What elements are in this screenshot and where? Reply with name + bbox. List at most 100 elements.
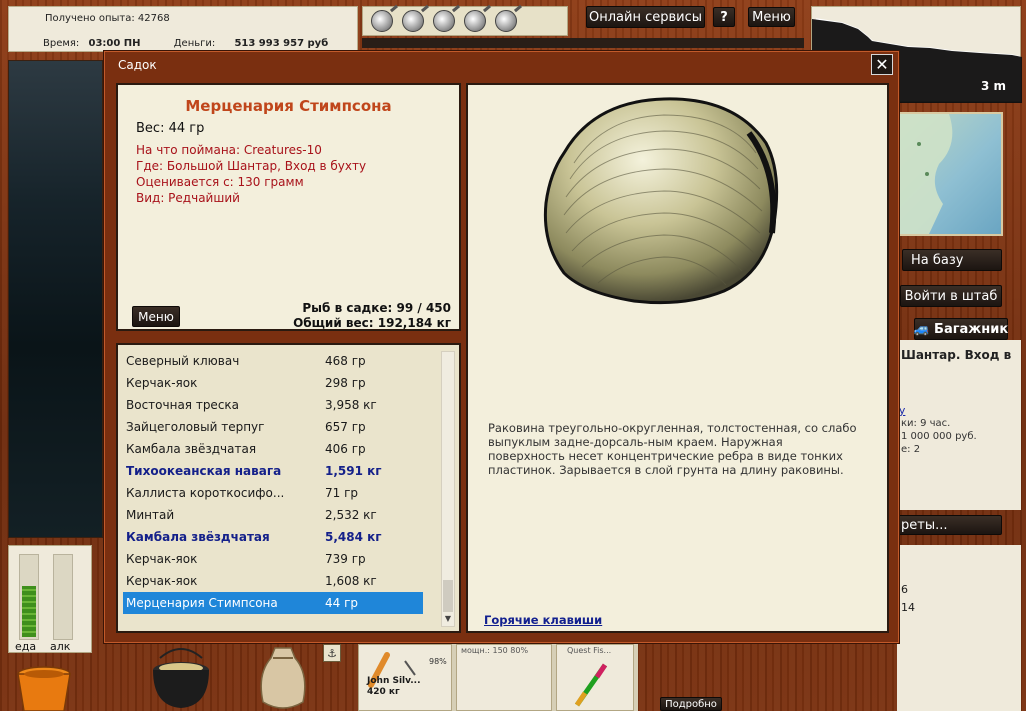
fish-location: Где: Большой Шантар, Вход в бухту (136, 159, 367, 173)
time-money-line: Время: 03:00 ПН Деньги: 513 993 957 руб (43, 38, 363, 49)
fish-row-name: Минтай (126, 508, 175, 522)
water-view (8, 60, 103, 538)
fish-name: Мерценария Стимпсона (185, 97, 392, 115)
fish-row-name: Зайцеголовый терпуг (126, 420, 265, 434)
fish-row-name: Восточная треска (126, 398, 240, 412)
hook-icon[interactable]: ⚓ (323, 644, 341, 662)
location-info-panel: Шантар. Вход в евку ки: 9 час. 1 000 000… (879, 340, 1021, 510)
window-titlebar[interactable]: Садок ✕ (104, 51, 899, 79)
fish-row-weight: 298 гр (325, 376, 366, 390)
fish-row-name: Камбала звёздчатая (126, 442, 257, 456)
bait-flask-icon[interactable] (433, 10, 455, 32)
details-button[interactable]: Подробно (660, 697, 722, 711)
help-button[interactable]: ? (713, 7, 735, 27)
sack-icon[interactable] (255, 644, 311, 711)
fish-row-name: Северный клювач (126, 354, 240, 368)
scroll-thumb[interactable] (443, 580, 453, 612)
fish-kind: Вид: Редчайший (136, 191, 240, 205)
fish-row-weight: 406 гр (325, 442, 366, 456)
fish-list-row[interactable]: Северный клювач 468 гр (123, 350, 423, 372)
map-coast-icon (899, 114, 953, 234)
depth-value: 3 m (980, 79, 1006, 93)
fish-list: Северный клювач 468 гр Керчак-яок 298 гр Вос… (123, 350, 423, 614)
info-number: 6 (901, 583, 908, 596)
food-gauge-fill (22, 586, 36, 637)
scroll-down-icon[interactable]: ▼ (442, 612, 454, 626)
fish-row-weight: 1,591 кг (325, 464, 382, 478)
reel-card[interactable]: мощн.: 150 80% (456, 644, 552, 711)
fish-row-weight: 657 гр (325, 420, 366, 434)
cooking-pot-icon[interactable] (148, 644, 214, 711)
bait-flask-icon[interactable] (495, 10, 517, 32)
tackle-cards: 98% John Silv... 420 кг мощн.: 150 80% Q… (358, 644, 638, 711)
fish-rated-from: Оценивается с: 130 грамм (136, 175, 304, 189)
rod-card[interactable]: 98% John Silv... 420 кг (358, 644, 452, 711)
fish-row-weight: 2,532 кг (325, 508, 377, 522)
bucket-icon[interactable] (14, 664, 74, 711)
fish-list-row[interactable]: Керчак-яок 298 гр (123, 372, 423, 394)
fish-row-weight: 44 гр (325, 596, 359, 610)
top-divider (362, 38, 804, 48)
fish-list-row[interactable]: Камбала звёздчатая 406 гр (123, 438, 423, 460)
keepnet-total-weight: Общий вес: 192,184 кг (293, 316, 451, 330)
fish-info-panel: Мерценария Стимпсона Вес: 44 гр На что п… (116, 83, 461, 331)
clam-shell-image (543, 97, 779, 305)
fish-row-weight: 5,484 кг (325, 530, 382, 544)
fish-caught-on: На что поймана: Creatures-10 (136, 143, 322, 157)
alcohol-label: алк (50, 640, 71, 653)
fish-list-row[interactable]: Зайцеголовый терпуг 657 гр (123, 416, 423, 438)
enter-hq-button[interactable]: Войти в штаб (900, 285, 1002, 307)
bait-flask-icon[interactable] (464, 10, 486, 32)
money-value: 513 993 957 руб (234, 38, 329, 49)
time-value: 03:00 ПН (88, 38, 141, 49)
rod-percent: 98% (429, 657, 447, 666)
hotkeys-link[interactable]: Горячие клавиши (484, 613, 602, 627)
alcohol-gauge (53, 554, 73, 640)
close-icon[interactable]: ✕ (871, 54, 893, 75)
fish-description: Раковина треугольно-округленная, толстос… (488, 421, 857, 477)
online-services-button[interactable]: Онлайн сервисы (586, 6, 705, 28)
fish-list-row[interactable]: Минтай 2,532 кг (123, 504, 423, 526)
fish-list-row[interactable]: Керчак-яок 739 гр (123, 548, 423, 570)
location-fragment: Шантар. Вход в (901, 348, 1012, 362)
fish-row-name: Керчак-яок (126, 574, 198, 588)
bait-flask-icon[interactable] (371, 10, 393, 32)
to-base-button[interactable]: На базу (902, 249, 1002, 271)
fish-row-name: Керчак-яок (126, 552, 198, 566)
secrets-button[interactable]: реты... (884, 515, 1002, 535)
fish-list-row[interactable]: Мерценария Стимпсона 44 гр (123, 592, 423, 614)
time-label: Время: (43, 38, 80, 49)
fish-list-row[interactable]: Восточная треска 3,958 кг (123, 394, 423, 416)
fish-row-name: Керчак-яок (126, 376, 198, 390)
experience-text: Получено опыта: 42768 (45, 13, 170, 24)
status-gauges: еда алк (8, 545, 92, 653)
fish-list-row[interactable]: Каллиста короткосифо... 71 гр (123, 482, 423, 504)
trunk-button[interactable]: 🚙 Багажник (914, 318, 1008, 340)
fish-list-panel: Северный клювач 468 гр Керчак-яок 298 гр Вос… (116, 343, 461, 633)
bait-flask-icon[interactable] (402, 10, 424, 32)
fish-row-weight: 1,608 кг (325, 574, 377, 588)
keepnet-window: Садок ✕ Мерценария Стимпсона Вес: 44 гр … (103, 50, 900, 644)
rod-weight: 420 кг (367, 687, 400, 697)
info-number: 14 (901, 601, 915, 614)
fish-row-name: Камбала звёздчатая (126, 530, 270, 544)
fish-description-panel: Раковина треугольно-округленная, толстос… (466, 83, 889, 633)
fish-row-weight: 739 гр (325, 552, 366, 566)
fish-list-row[interactable]: Тихоокеанская навага 1,591 кг (123, 460, 423, 482)
fish-menu-button[interactable]: Меню (132, 306, 180, 327)
keepnet-count: Рыб в садке: 99 / 450 (302, 301, 451, 315)
fish-row-weight: 3,958 кг (325, 398, 377, 412)
player-stats-panel: Получено опыта: 42768 Время: 03:00 ПН Де… (8, 6, 358, 52)
main-menu-button[interactable]: Меню (748, 7, 795, 27)
map-thumbnail[interactable] (897, 112, 1003, 236)
line-name: Quest Fis... (567, 646, 612, 655)
info-line: 1 000 000 руб. (901, 431, 977, 442)
info-line: ки: 9 час. (901, 418, 951, 429)
fish-list-row[interactable]: Камбала звёздчатая 5,484 кг (123, 526, 423, 548)
fish-list-scrollbar[interactable]: ▼ (441, 351, 455, 627)
fish-row-name: Каллиста короткосифо... (126, 486, 285, 500)
money-label: Деньги: (173, 38, 216, 49)
car-icon: 🚙 (913, 321, 931, 337)
line-card[interactable]: Quest Fis... (556, 644, 634, 711)
fish-list-row[interactable]: Керчак-яок 1,608 кг (123, 570, 423, 592)
